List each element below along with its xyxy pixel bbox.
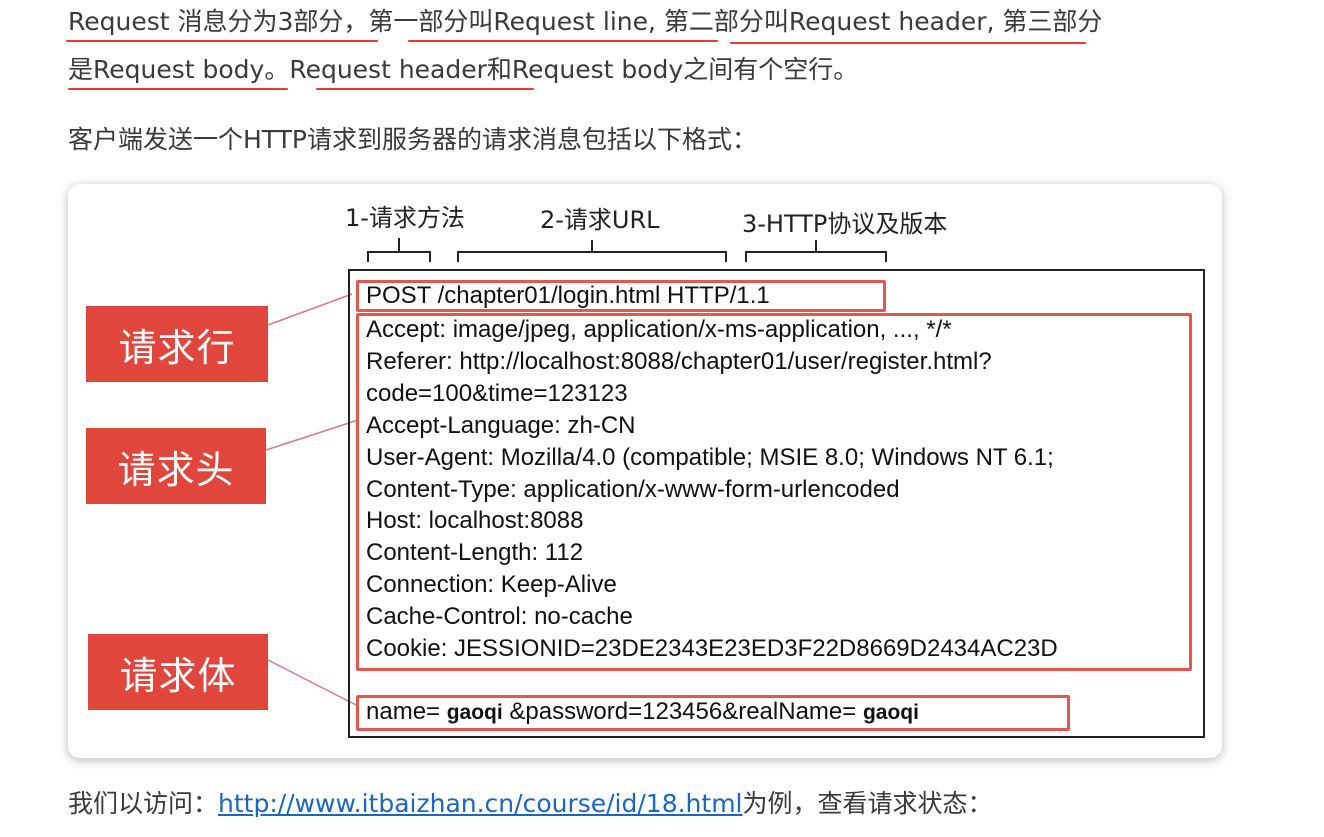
side-label-request-body: 请求体 (88, 634, 268, 710)
header-line: Referer: http://localhost:8088/chapter01… (366, 347, 992, 375)
header-line: User-Agent: Mozilla/4.0 (compatible; MSI… (366, 443, 1054, 471)
body-prefix: name= (366, 698, 447, 725)
connector-request-line (267, 293, 353, 326)
header-line: Content-Length: 112 (366, 539, 584, 567)
bracket-protocol (745, 240, 887, 262)
side-label-request-line: 请求行 (86, 306, 268, 382)
header-line: Content-Type: application/x-www-form-url… (366, 475, 900, 503)
request-line-text: POST /chapter01/login.html HTTP/1.1 (366, 282, 770, 309)
side-label-request-header: 请求头 (86, 428, 266, 504)
header-line: Connection: Keep-Alive (366, 571, 617, 599)
header-line: Accept-Language: zh-CN (366, 411, 636, 439)
body-realname-value: gaoqi (862, 701, 919, 724)
header-line: Cookie: JESSIONID=23DE2343E23ED3F22D8669… (366, 635, 1058, 663)
request-body-text: name= gaoqi &password=123456&realName= g… (366, 698, 919, 726)
header-line: Cache-Control: no-cache (366, 603, 633, 631)
body-name-value: gaoqi (446, 701, 503, 724)
connector-request-header (265, 419, 359, 451)
header-line: Host: localhost:8088 (366, 507, 584, 535)
header-line: code=100&time=123123 (366, 379, 628, 407)
request-headers: Accept: image/jpeg, application/x-ms-app… (366, 314, 1058, 665)
footer-prefix: 我们以访问： (68, 789, 219, 818)
course-link[interactable]: http://www.itbaizhan.cn/course/id/18.htm… (218, 789, 743, 818)
footer-suffix: 为例，查看请求状态： (742, 789, 993, 818)
bracket-method (367, 238, 431, 262)
body-middle: &password=123456&realName= (502, 698, 863, 725)
header-line: Accept: image/jpeg, application/x-ms-app… (366, 316, 952, 343)
connector-request-body (267, 659, 357, 706)
bracket-url (457, 240, 727, 262)
footer-line: 我们以访问：http://www.itbaizhan.cn/course/id/… (68, 786, 993, 822)
